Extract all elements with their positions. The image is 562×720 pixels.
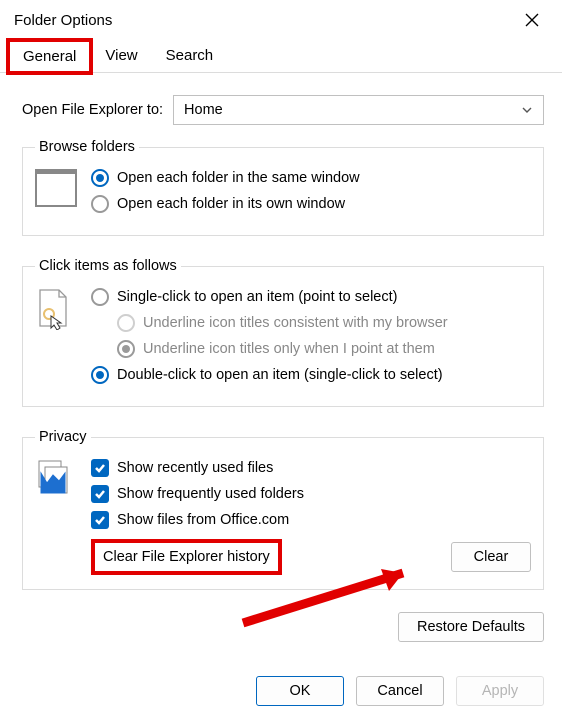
open-explorer-select[interactable]: Home — [173, 95, 544, 125]
tab-view[interactable]: View — [91, 40, 151, 72]
radio-double-click-label: Double-click to open an item (single-cli… — [117, 367, 443, 383]
radio-underline-browser-label: Underline icon titles consistent with my… — [143, 315, 448, 331]
apply-button: Apply — [456, 676, 544, 706]
radio-same-window-label: Open each folder in the same window — [117, 170, 360, 186]
browse-folders-legend: Browse folders — [35, 139, 139, 155]
ok-button[interactable]: OK — [256, 676, 344, 706]
tab-bar: General View Search — [0, 40, 562, 73]
radio-own-window[interactable] — [91, 195, 109, 213]
chevron-down-icon — [521, 104, 533, 116]
radio-single-click-label: Single-click to open an item (point to s… — [117, 289, 397, 305]
close-button[interactable] — [510, 3, 554, 37]
window-title: Folder Options — [14, 12, 112, 29]
open-explorer-value: Home — [184, 102, 223, 118]
privacy-icon — [35, 459, 75, 495]
radio-underline-browser — [117, 314, 135, 332]
privacy-legend: Privacy — [35, 429, 91, 445]
open-explorer-label: Open File Explorer to: — [22, 102, 163, 118]
cancel-button[interactable]: Cancel — [356, 676, 444, 706]
click-items-group: Click items as follows Single-click to o… — [22, 258, 544, 407]
folder-icon — [35, 169, 77, 207]
radio-same-window[interactable] — [91, 169, 109, 187]
radio-own-window-label: Open each folder in its own window — [117, 196, 345, 212]
check-office-files-label: Show files from Office.com — [117, 512, 289, 528]
check-office-files[interactable] — [91, 511, 109, 529]
clear-history-label: Clear File Explorer history — [91, 539, 282, 575]
browse-folders-group: Browse folders Open each folder in the s… — [22, 139, 544, 236]
click-items-legend: Click items as follows — [35, 258, 181, 274]
radio-underline-point — [117, 340, 135, 358]
radio-underline-point-label: Underline icon titles only when I point … — [143, 341, 435, 357]
restore-defaults-button[interactable]: Restore Defaults — [398, 612, 544, 642]
radio-single-click[interactable] — [91, 288, 109, 306]
clear-button[interactable]: Clear — [451, 542, 531, 572]
tab-search[interactable]: Search — [152, 40, 228, 72]
tab-general[interactable]: General — [8, 40, 91, 73]
check-frequent-folders[interactable] — [91, 485, 109, 503]
radio-double-click[interactable] — [91, 366, 109, 384]
check-recent-files-label: Show recently used files — [117, 460, 273, 476]
close-icon — [525, 13, 539, 27]
check-recent-files[interactable] — [91, 459, 109, 477]
privacy-group: Privacy Show recently used files Show fr… — [22, 429, 544, 590]
check-frequent-folders-label: Show frequently used folders — [117, 486, 304, 502]
document-click-icon — [35, 288, 71, 330]
